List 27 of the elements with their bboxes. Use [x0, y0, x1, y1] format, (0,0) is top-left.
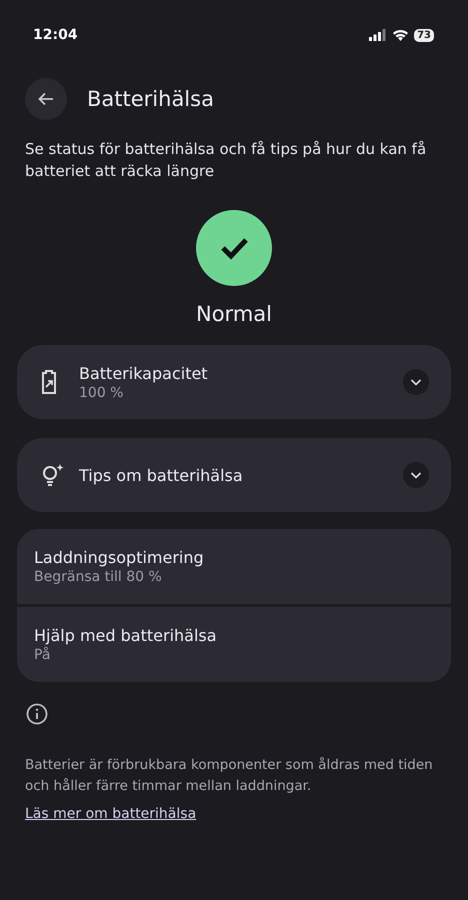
card-subtitle: 100 %	[79, 384, 124, 400]
status-time: 12:04	[33, 27, 78, 43]
expandable-card[interactable]: Batterikapacitet 100 %	[17, 345, 451, 419]
setting-value: Begränsa till 80 %	[34, 569, 163, 585]
battery-icon	[41, 370, 57, 394]
description: Se status för batterihälsa och få tips på hur du kan få batteriet att räcka längre	[25, 139, 428, 182]
learn-more-link[interactable]: Läs mer om batterihälsa	[25, 806, 196, 822]
lightbulb-icon	[41, 463, 65, 487]
page-title: Batterihälsa	[87, 87, 214, 111]
back-button[interactable]	[25, 78, 67, 120]
settings-item[interactable]: Hjälp med batterihälsa På	[17, 607, 451, 682]
card-title: Tips om batterihälsa	[79, 466, 244, 484]
setting-title: Laddningsoptimering	[34, 548, 205, 567]
chevron-down-icon[interactable]	[403, 462, 429, 488]
setting-value: På	[34, 647, 52, 663]
health-status: Normal	[196, 302, 272, 326]
chevron-down-icon[interactable]	[403, 369, 429, 395]
info-text: Batterier är förbrukbara komponenter som åldras med tiden och håller färre timmar mellan laddningar.	[25, 756, 434, 796]
wifi-icon	[392, 29, 410, 41]
signal-icon	[369, 29, 388, 41]
battery-level: 73	[414, 28, 434, 42]
check-icon	[196, 210, 272, 286]
info-icon	[26, 703, 48, 725]
expandable-card[interactable]: Tips om batterihälsa	[17, 438, 451, 512]
card-title: Batterikapacitet	[79, 364, 209, 382]
setting-title: Hjälp med batterihälsa	[34, 626, 218, 645]
settings-item[interactable]: Laddningsoptimering Begränsa till 80 %	[17, 529, 451, 604]
